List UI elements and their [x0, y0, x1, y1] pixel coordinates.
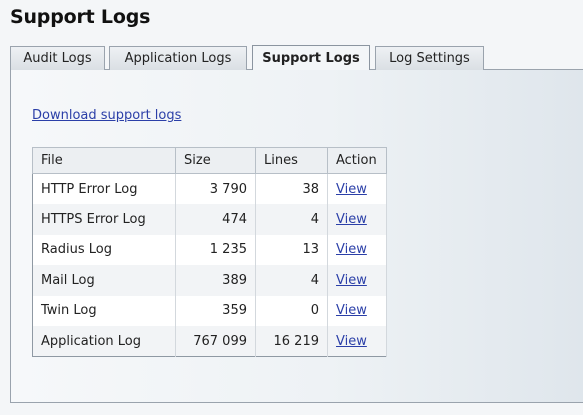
lines-cell: 0	[255, 295, 328, 326]
view-link[interactable]: View	[336, 212, 367, 227]
support-logs-table: File Size Lines Action HTTP Error Log 3 …	[32, 147, 387, 357]
table-row: HTTPS Error Log 474 4 View	[32, 204, 387, 235]
view-link[interactable]: View	[336, 303, 367, 318]
page-title: Support Logs	[10, 6, 151, 28]
action-cell: View	[327, 295, 387, 326]
download-support-logs-link[interactable]: Download support logs	[32, 108, 181, 123]
size-cell: 359	[175, 295, 256, 326]
table-header-row: File Size Lines Action	[32, 147, 387, 174]
size-cell: 474	[175, 204, 256, 235]
file-name-cell: Radius Log	[32, 234, 176, 265]
size-cell: 3 790	[175, 173, 256, 204]
column-header-size: Size	[175, 147, 256, 174]
column-header-action: Action	[327, 147, 387, 174]
tab-audit-logs[interactable]: Audit Logs	[10, 46, 105, 71]
size-cell: 767 099	[175, 326, 256, 357]
file-name-cell: Application Log	[32, 326, 176, 357]
table-row: Mail Log 389 4 View	[32, 265, 387, 296]
file-name-cell: Twin Log	[32, 295, 176, 326]
action-cell: View	[327, 173, 387, 204]
size-cell: 1 235	[175, 234, 256, 265]
table-row: Application Log 767 099 16 219 View	[32, 326, 387, 357]
size-cell: 389	[175, 265, 256, 296]
lines-cell: 16 219	[255, 326, 328, 357]
tab-support-logs[interactable]: Support Logs	[252, 45, 370, 71]
lines-cell: 4	[255, 265, 328, 296]
support-logs-panel: Download support logs File Size Lines Ac…	[10, 70, 583, 403]
view-link[interactable]: View	[336, 273, 367, 288]
table-row: HTTP Error Log 3 790 38 View	[32, 173, 387, 204]
view-link[interactable]: View	[336, 334, 367, 349]
file-name-cell: HTTPS Error Log	[32, 204, 176, 235]
table-row: Twin Log 359 0 View	[32, 295, 387, 326]
column-header-lines: Lines	[255, 147, 328, 174]
column-header-file: File	[32, 147, 176, 174]
support-logs-page: Support Logs Audit Logs Application Logs…	[0, 0, 583, 415]
file-name-cell: Mail Log	[32, 265, 176, 296]
table-row: Radius Log 1 235 13 View	[32, 234, 387, 265]
tab-bar: Audit Logs Application Logs Support Logs…	[10, 45, 583, 71]
action-cell: View	[327, 326, 387, 357]
lines-cell: 38	[255, 173, 328, 204]
tab-application-logs[interactable]: Application Logs	[109, 46, 247, 71]
action-cell: View	[327, 265, 387, 296]
tab-log-settings[interactable]: Log Settings	[375, 46, 484, 71]
file-name-cell: HTTP Error Log	[32, 173, 176, 204]
lines-cell: 4	[255, 204, 328, 235]
action-cell: View	[327, 234, 387, 265]
view-link[interactable]: View	[336, 242, 367, 257]
view-link[interactable]: View	[336, 182, 367, 197]
action-cell: View	[327, 204, 387, 235]
lines-cell: 13	[255, 234, 328, 265]
